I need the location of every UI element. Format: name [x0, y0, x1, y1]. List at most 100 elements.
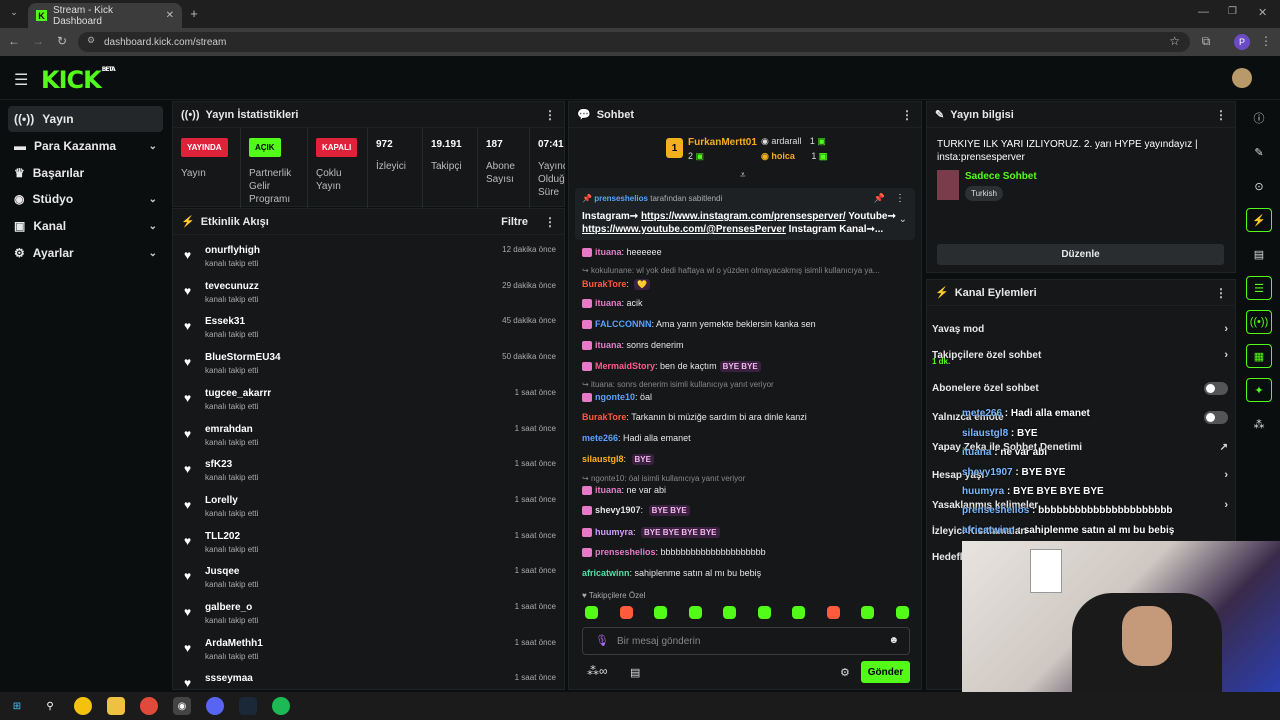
- instagram-link[interactable]: https://www.instagram.com/prensesperver/: [641, 211, 846, 222]
- emote-icon[interactable]: [585, 606, 598, 619]
- activity-username[interactable]: tugcee_akarrr: [205, 388, 271, 399]
- more-options-icon[interactable]: ⋮: [1215, 108, 1227, 122]
- emote-icon[interactable]: [826, 606, 840, 619]
- kick-logo[interactable]: KICKBETA: [41, 66, 116, 94]
- chat-username[interactable]: MermaidStory: [595, 361, 655, 371]
- category-link[interactable]: Sadece Sohbet: [965, 171, 1037, 182]
- pencil-icon[interactable]: ✎: [1246, 140, 1272, 164]
- site-info-icon[interactable]: ⚙: [87, 35, 95, 46]
- more-options-icon[interactable]: ⋮: [895, 193, 905, 204]
- close-tab-icon[interactable]: ✕: [166, 10, 174, 21]
- chat-username[interactable]: shevy1907: [595, 505, 641, 515]
- info-icon[interactable]: ⓘ: [1246, 106, 1272, 130]
- lightning-icon[interactable]: ⚡: [1246, 208, 1272, 232]
- steam-icon[interactable]: [239, 697, 257, 715]
- chrome-icon[interactable]: [140, 697, 158, 715]
- kick-points-icon[interactable]: ⁂: [587, 664, 599, 678]
- activity-username[interactable]: sfK23: [205, 459, 232, 470]
- chrome-icon[interactable]: [74, 697, 92, 715]
- chat-username[interactable]: ituana: [595, 340, 622, 350]
- edit-button[interactable]: Düzenle: [937, 244, 1224, 265]
- sidebar-item-ayarlar[interactable]: ⚙ Ayarlar ⌄: [8, 240, 163, 266]
- chat-username[interactable]: FALCCONNN: [595, 319, 652, 329]
- emote-icon[interactable]: [654, 606, 667, 619]
- gift-store-icon[interactable]: ▤: [630, 666, 640, 679]
- window-close-icon[interactable]: ✕: [1258, 6, 1267, 19]
- activity-username[interactable]: galbere_o: [205, 602, 252, 613]
- bookmark-star-icon[interactable]: ☆: [1169, 34, 1180, 48]
- chat-username[interactable]: silaustgl8: [582, 454, 624, 464]
- layout-icon[interactable]: ▦: [1246, 344, 1272, 368]
- emote-icon[interactable]: [619, 606, 633, 619]
- chat-username[interactable]: BurakTore: [582, 412, 626, 422]
- forward-icon[interactable]: →: [30, 34, 46, 48]
- emote-icon[interactable]: [723, 606, 736, 619]
- obs-icon[interactable]: ◉: [173, 697, 191, 715]
- chat-username[interactable]: BurakTore: [582, 279, 626, 289]
- chat-settings-icon[interactable]: ⚙: [840, 666, 850, 679]
- activity-username[interactable]: onurflyhigh: [205, 245, 260, 256]
- emoji-picker-icon[interactable]: ☻: [888, 635, 899, 646]
- more-options-icon[interactable]: ⋮: [1215, 286, 1227, 300]
- activity-username[interactable]: ArdaMethh1: [205, 638, 263, 649]
- toggle-switch[interactable]: [1204, 381, 1228, 395]
- record-icon[interactable]: ⊙: [1246, 174, 1272, 198]
- wrench-icon[interactable]: ✦: [1246, 378, 1272, 402]
- more-options-icon[interactable]: ⋮: [544, 108, 556, 122]
- new-tab-icon[interactable]: +: [186, 6, 202, 21]
- chat-input[interactable]: 🎙 Bir mesaj gönderin ☻: [582, 627, 910, 655]
- youtube-link[interactable]: https://www.youtube.com/@PrensesPerver: [582, 224, 786, 235]
- chrome-menu-icon[interactable]: ⋮: [1258, 34, 1274, 48]
- back-icon[interactable]: ←: [6, 34, 22, 48]
- discord-icon[interactable]: [206, 697, 224, 715]
- chat-username[interactable]: ituana: [595, 298, 622, 308]
- maximize-icon[interactable]: ❐: [1228, 6, 1237, 17]
- activity-username[interactable]: tevecunuzz: [205, 281, 259, 292]
- activity-username[interactable]: emrahdan: [205, 424, 253, 435]
- sidebar-item-para-kazanma[interactable]: ▬ Para Kazanma ⌄: [8, 133, 163, 159]
- sidebar-item-basarilar[interactable]: ♛ Başarılar: [8, 160, 163, 186]
- sidebar-item-yayin[interactable]: ((•)) Yayın: [8, 106, 163, 132]
- filter-button[interactable]: Filtre: [501, 216, 528, 228]
- extensions-icon[interactable]: ⧉: [1198, 34, 1214, 49]
- users-icon[interactable]: ⁂: [1246, 412, 1272, 436]
- send-button[interactable]: Gönder: [861, 661, 910, 683]
- user-avatar[interactable]: [1232, 68, 1252, 88]
- activity-username[interactable]: Essek31: [205, 316, 245, 327]
- spotify-icon[interactable]: [272, 697, 290, 715]
- chat-username[interactable]: ituana: [595, 247, 622, 257]
- channel-action-item[interactable]: Takipçilere özel sohbet 1 dk. ›: [932, 345, 1228, 366]
- chat-username[interactable]: mete266: [582, 433, 618, 443]
- chat-bubble-icon[interactable]: ☰: [1246, 276, 1272, 300]
- sidebar-item-studyo[interactable]: ◉ Stüdyo ⌄: [8, 186, 163, 212]
- windows-start-icon[interactable]: ⊞: [8, 697, 26, 715]
- activity-username[interactable]: Lorelly: [205, 495, 238, 506]
- chevron-down-icon[interactable]: ⌄: [899, 214, 907, 225]
- activity-username[interactable]: BlueStormEU34: [205, 352, 281, 363]
- document-icon[interactable]: ▤: [1246, 242, 1272, 266]
- emote-icon[interactable]: [757, 606, 771, 619]
- reload-icon[interactable]: ↻: [54, 34, 70, 48]
- emote-icon[interactable]: [792, 606, 805, 619]
- microphone-icon[interactable]: 🎙: [595, 634, 609, 647]
- url-bar[interactable]: ⚙ dashboard.kick.com/stream ☆: [78, 32, 1190, 52]
- search-icon[interactable]: ⚲: [41, 697, 59, 715]
- emote-icon[interactable]: [861, 606, 874, 619]
- emote-icon[interactable]: [895, 606, 909, 619]
- more-options-icon[interactable]: ⋮: [544, 215, 556, 229]
- file-explorer-icon[interactable]: [107, 697, 125, 715]
- activity-username[interactable]: TLL202: [205, 531, 240, 542]
- chat-username[interactable]: ituana: [595, 485, 622, 495]
- pinned-message[interactable]: 📌 prenseshelios tarafından sabitlendi 📌 …: [575, 188, 915, 240]
- activity-username[interactable]: ssseymaa: [205, 673, 253, 684]
- broadcast-icon[interactable]: ((•)): [1246, 310, 1272, 334]
- channel-action-item[interactable]: Yavaş mod ›: [932, 319, 1228, 339]
- activity-username[interactable]: Jusqee: [205, 566, 239, 577]
- tab-search-icon[interactable]: ⌄: [6, 7, 22, 18]
- sidebar-item-kanal[interactable]: ▣ Kanal ⌄: [8, 213, 163, 239]
- chat-username[interactable]: huumyra: [595, 527, 633, 537]
- more-options-icon[interactable]: ⋮: [901, 108, 913, 122]
- browser-tab[interactable]: K Stream - Kick Dashboard ✕: [28, 3, 182, 28]
- channel-action-item[interactable]: Abonelere özel sohbet: [932, 378, 1228, 398]
- profile-avatar[interactable]: P: [1234, 34, 1250, 50]
